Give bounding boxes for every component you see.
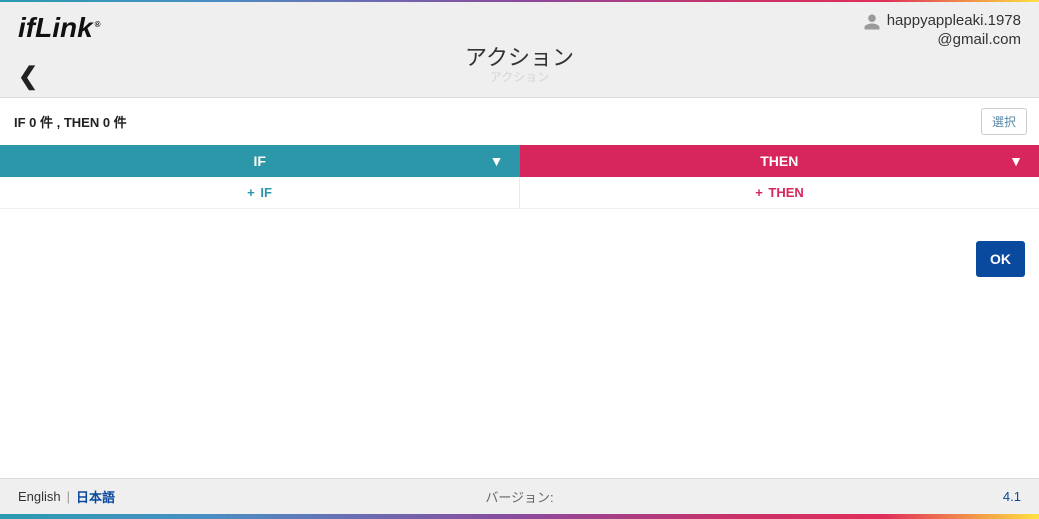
columns-header: IF ▼ THEN ▼: [0, 145, 1039, 177]
lang-japanese[interactable]: 日本語: [76, 487, 115, 506]
lang-separator: |: [67, 489, 70, 504]
user-name: happyappleaki.1978: [887, 12, 1021, 31]
page-subtitle: アクション: [18, 68, 1021, 85]
logo-trademark: ®: [95, 20, 101, 29]
add-if-label: IF: [260, 185, 272, 200]
footer: English | 日本語 バージョン: 4.1: [0, 478, 1039, 514]
language-switcher: English | 日本語: [18, 487, 115, 506]
ok-button[interactable]: OK: [976, 241, 1025, 277]
then-column-header[interactable]: THEN ▼: [520, 145, 1039, 177]
add-if-button[interactable]: + IF: [0, 177, 520, 208]
if-column-label: IF: [254, 153, 266, 169]
plus-icon: +: [755, 185, 763, 200]
if-column-header[interactable]: IF ▼: [0, 145, 520, 177]
footer-wrap: English | 日本語 バージョン: 4.1: [0, 478, 1039, 519]
status-row: IF 0 件 , THEN 0 件 選択: [0, 98, 1039, 145]
add-then-button[interactable]: + THEN: [520, 177, 1039, 208]
content-area: OK: [0, 209, 1039, 478]
header: ifLink® happyappleaki.1978 @gmail.com アク…: [0, 2, 1039, 98]
lang-english[interactable]: English: [18, 489, 61, 504]
add-then-label: THEN: [768, 185, 803, 200]
chevron-down-icon: ▼: [1009, 153, 1023, 169]
bottom-gradient-bar: [0, 514, 1039, 519]
user-account[interactable]: happyappleaki.1978 @gmail.com: [863, 12, 1021, 50]
then-column-label: THEN: [760, 153, 798, 169]
select-button[interactable]: 選択: [981, 108, 1027, 135]
chevron-down-icon: ▼: [490, 153, 504, 169]
plus-icon: +: [247, 185, 255, 200]
user-text: happyappleaki.1978 @gmail.com: [887, 12, 1021, 50]
logo-text: ifLink: [18, 12, 93, 43]
user-icon: [863, 13, 881, 31]
back-button[interactable]: ❮: [18, 65, 38, 89]
status-text: IF 0 件 , THEN 0 件: [14, 112, 127, 131]
columns-add-row: + IF + THEN: [0, 177, 1039, 209]
version-label: バージョン:: [485, 487, 553, 506]
version-value: 4.1: [1003, 489, 1021, 504]
user-domain: @gmail.com: [887, 31, 1021, 50]
